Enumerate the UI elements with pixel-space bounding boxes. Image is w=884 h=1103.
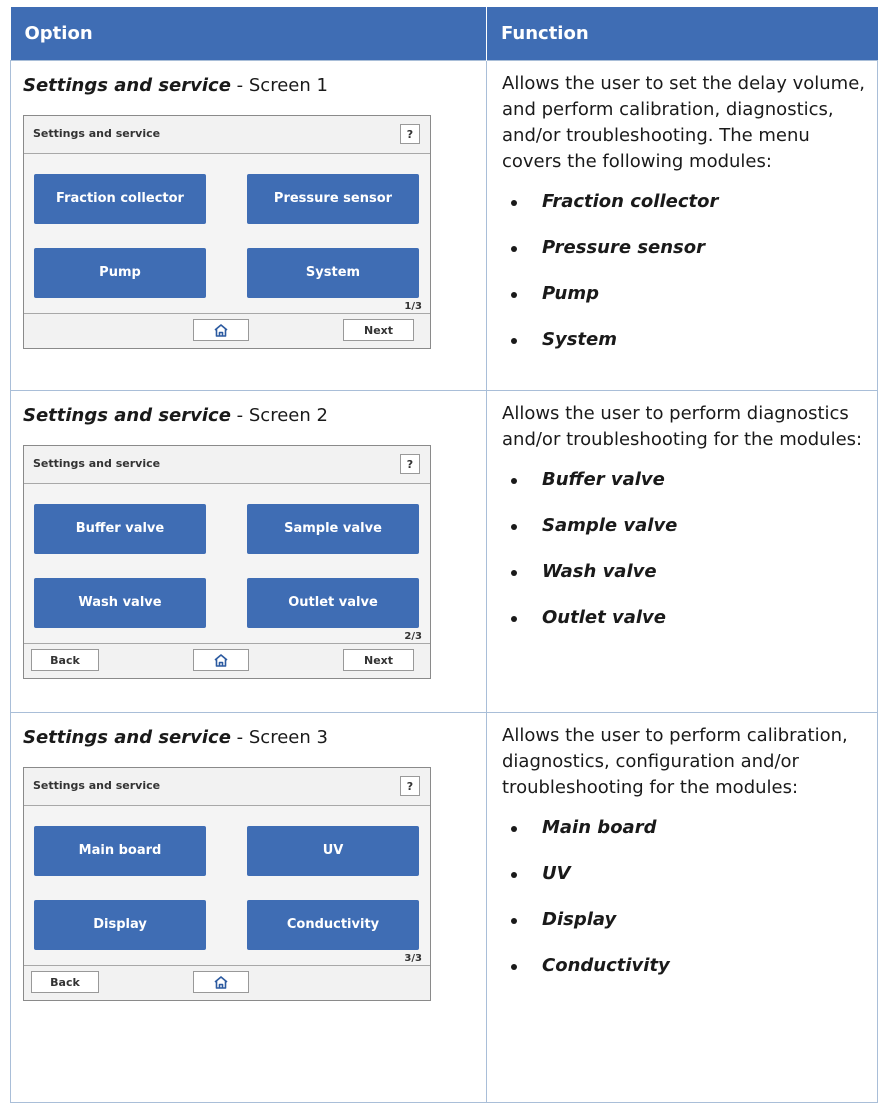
- list-item: Pressure sensor: [502, 235, 867, 281]
- module-list: Buffer valve Sample valve Wash valve Out…: [502, 467, 867, 651]
- function-cell: Allows the user to set the delay volume,…: [486, 60, 878, 391]
- table-row: Settings and service - Screen 3 Settings…: [10, 712, 878, 1103]
- list-item: System: [502, 327, 867, 373]
- home-icon: [214, 976, 228, 989]
- module-grid: Buffer valve Sample valve Wash valve Out…: [34, 504, 419, 630]
- list-item: Sample valve: [502, 513, 867, 559]
- header-function: Function: [486, 7, 878, 61]
- sample-valve-button[interactable]: Sample valve: [247, 504, 419, 554]
- system-button[interactable]: System: [247, 248, 419, 298]
- settings-screen-2: Settings and service ? Buffer valve Samp…: [23, 445, 431, 679]
- screen-footer: Back: [24, 965, 430, 1000]
- home-icon: [214, 654, 228, 667]
- list-item: Display: [502, 907, 867, 953]
- screen-caption-bold: Settings and service: [23, 727, 231, 748]
- list-item: UV: [502, 861, 867, 907]
- table-header-row: Option Function: [10, 7, 878, 61]
- screen-caption-bold: Settings and service: [23, 405, 231, 426]
- uv-button[interactable]: UV: [247, 826, 419, 876]
- module-list: Fraction collector Pressure sensor Pump …: [502, 189, 867, 373]
- home-button[interactable]: [193, 971, 249, 993]
- module-grid: Fraction collector Pressure sensor Pump …: [34, 174, 419, 300]
- list-item: Buffer valve: [502, 467, 867, 513]
- display-button[interactable]: Display: [34, 900, 206, 950]
- screen-footer: Back Next: [24, 643, 430, 678]
- function-description: Allows the user to set the delay volume,…: [502, 73, 865, 172]
- option-cell: Settings and service - Screen 2 Settings…: [10, 390, 487, 713]
- settings-screen-3: Settings and service ? Main board UV Dis…: [23, 767, 431, 1001]
- settings-screen-1: Settings and service ? Fraction collecto…: [23, 115, 431, 349]
- wash-valve-button[interactable]: Wash valve: [34, 578, 206, 628]
- table-row: Settings and service - Screen 2 Settings…: [10, 390, 878, 713]
- options-table: Option Function Settings and service - S…: [10, 7, 878, 1103]
- screen-header: Settings and service ?: [24, 116, 430, 154]
- list-item: Main board: [502, 815, 867, 861]
- home-button[interactable]: [193, 319, 249, 341]
- function-cell: Allows the user to perform calibration, …: [486, 712, 878, 1103]
- screen-caption-bold: Settings and service: [23, 75, 231, 96]
- buffer-valve-button[interactable]: Buffer valve: [34, 504, 206, 554]
- screen-footer: Next: [24, 313, 430, 348]
- pressure-sensor-button[interactable]: Pressure sensor: [247, 174, 419, 224]
- function-description: Allows the user to perform diagnostics a…: [502, 403, 863, 450]
- module-list: Main board UV Display Conductivity: [502, 815, 867, 999]
- screen-header: Settings and service ?: [24, 446, 430, 484]
- home-button[interactable]: [193, 649, 249, 671]
- page-indicator: 3/3: [404, 953, 422, 964]
- list-item: Conductivity: [502, 953, 867, 999]
- screen-title: Settings and service: [33, 457, 161, 470]
- table-row: Settings and service - Screen 1 Settings…: [10, 60, 878, 391]
- screen-caption-suffix: - Screen 1: [230, 75, 328, 96]
- option-cell: Settings and service - Screen 3 Settings…: [10, 712, 487, 1103]
- page-indicator: 2/3: [404, 631, 422, 642]
- screen-caption: Settings and service - Screen 2: [23, 405, 486, 427]
- next-button[interactable]: Next: [343, 319, 414, 341]
- function-description: Allows the user to perform calibration, …: [502, 725, 848, 798]
- home-icon: [214, 324, 228, 337]
- pump-button[interactable]: Pump: [34, 248, 206, 298]
- option-cell: Settings and service - Screen 1 Settings…: [10, 60, 487, 391]
- outlet-valve-button[interactable]: Outlet valve: [247, 578, 419, 628]
- next-button[interactable]: Next: [343, 649, 414, 671]
- screen-header: Settings and service ?: [24, 768, 430, 806]
- fraction-collector-button[interactable]: Fraction collector: [34, 174, 206, 224]
- screen-caption: Settings and service - Screen 3: [23, 727, 486, 749]
- page-indicator: 1/3: [404, 301, 422, 312]
- main-board-button[interactable]: Main board: [34, 826, 206, 876]
- list-item: Pump: [502, 281, 867, 327]
- screen-caption-suffix: - Screen 2: [230, 405, 328, 426]
- conductivity-button[interactable]: Conductivity: [247, 900, 419, 950]
- screen-title: Settings and service: [33, 779, 161, 792]
- list-item: Fraction collector: [502, 189, 867, 235]
- help-button[interactable]: ?: [400, 776, 420, 796]
- list-item: Outlet valve: [502, 605, 867, 651]
- screen-caption: Settings and service - Screen 1: [23, 75, 486, 97]
- back-button[interactable]: Back: [31, 971, 99, 993]
- screen-title: Settings and service: [33, 127, 161, 140]
- module-grid: Main board UV Display Conductivity: [34, 826, 419, 952]
- header-option: Option: [10, 7, 487, 61]
- back-button[interactable]: Back: [31, 649, 99, 671]
- function-cell: Allows the user to perform diagnostics a…: [486, 390, 878, 713]
- list-item: Wash valve: [502, 559, 867, 605]
- screen-caption-suffix: - Screen 3: [230, 727, 328, 748]
- help-button[interactable]: ?: [400, 454, 420, 474]
- help-button[interactable]: ?: [400, 124, 420, 144]
